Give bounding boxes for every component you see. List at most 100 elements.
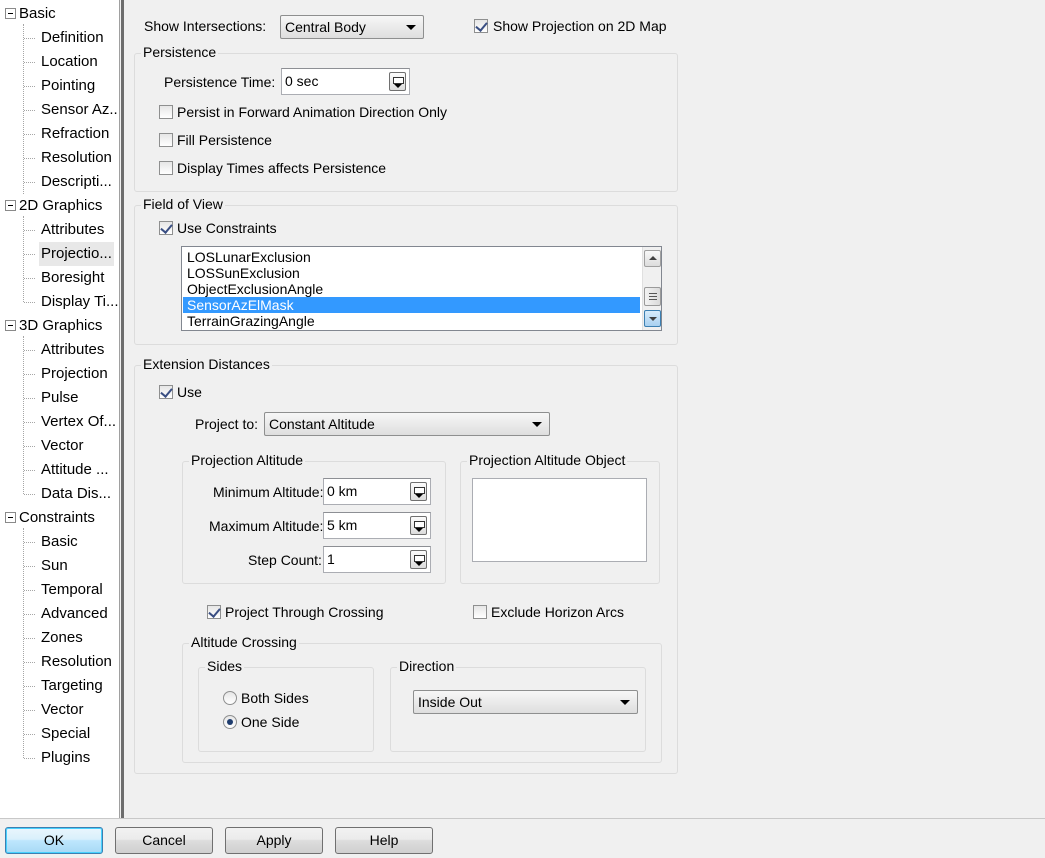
tree-item-3d-attitude[interactable]: Attitude ... — [41, 458, 109, 482]
project-through-crossing-checkbox[interactable] — [207, 605, 221, 619]
use-extension-checkbox[interactable] — [159, 385, 173, 399]
tree-connector — [24, 86, 35, 87]
tree-item-constraints-basic[interactable]: Basic — [41, 530, 78, 554]
ok-button[interactable]: OK — [5, 827, 103, 854]
exclude-horizon-arcs-label: Exclude Horizon Arcs — [491, 604, 625, 620]
tree-item-constraints-temporal[interactable]: Temporal — [41, 578, 103, 602]
both-sides-radio[interactable] — [223, 691, 237, 705]
use-constraints-label: Use Constraints — [177, 220, 277, 236]
calculator-icon[interactable] — [410, 482, 427, 501]
min-altitude-label: Minimum Altitude: — [213, 484, 324, 500]
tree-item-3d-projection[interactable]: Projection — [41, 362, 108, 386]
tree-item-constraints-special[interactable]: Special — [41, 722, 90, 746]
tree-item-3d-vector[interactable]: Vector — [41, 434, 84, 458]
collapse-icon[interactable] — [5, 319, 16, 331]
scroll-thumb[interactable] — [644, 287, 661, 306]
display-times-label: Display Times affects Persistence — [177, 160, 387, 176]
tree-item-refraction[interactable]: Refraction — [41, 122, 109, 146]
tree-group-2d-graphics[interactable]: 2D Graphics — [5, 194, 102, 218]
persistence-time-label: Persistence Time: — [164, 74, 276, 90]
tree-connector — [24, 494, 35, 495]
constraints-listbox[interactable]: LOSLunarExclusion LOSSunExclusion Object… — [181, 246, 662, 331]
tree-item-resolution[interactable]: Resolution — [41, 146, 112, 170]
list-scrollbar[interactable] — [642, 247, 661, 330]
tree-item-2d-attributes[interactable]: Attributes — [41, 218, 104, 242]
collapse-icon[interactable] — [5, 7, 16, 19]
tree-item-3d-data-display[interactable]: Data Dis... — [41, 482, 111, 506]
show-projection-checkbox[interactable] — [474, 19, 488, 33]
chevron-down-icon — [620, 700, 630, 705]
display-times-checkbox[interactable] — [159, 161, 173, 175]
tree-connector — [24, 566, 35, 567]
tree-connector — [24, 350, 35, 351]
tree-connector — [24, 254, 35, 255]
show-intersections-dropdown[interactable]: Central Body — [280, 15, 424, 39]
tree-item-constraints-vector[interactable]: Vector — [41, 698, 84, 722]
altitude-object-list[interactable] — [472, 478, 647, 562]
exclude-horizon-arcs-checkbox[interactable] — [473, 605, 487, 619]
tree-connector — [24, 710, 35, 711]
min-altitude-field[interactable]: 0 km — [323, 478, 431, 505]
tree-item-pointing[interactable]: Pointing — [41, 74, 95, 98]
tree-item-3d-attributes[interactable]: Attributes — [41, 338, 104, 362]
tree-item-2d-boresight[interactable]: Boresight — [41, 266, 104, 290]
one-side-radio[interactable] — [223, 715, 237, 729]
tree-item-3d-pulse[interactable]: Pulse — [41, 386, 79, 410]
sides-title: Sides — [205, 658, 245, 674]
tree-item-2d-display-times[interactable]: Display Ti... — [41, 290, 119, 314]
scroll-up-icon[interactable] — [644, 250, 661, 267]
step-count-field[interactable]: 1 — [323, 546, 431, 573]
calculator-icon[interactable] — [410, 550, 427, 569]
tree-item-constraints-sun[interactable]: Sun — [41, 554, 68, 578]
tree-connector — [24, 422, 35, 423]
calculator-icon[interactable] — [389, 72, 406, 91]
fill-persistence-checkbox[interactable] — [159, 133, 173, 147]
list-item[interactable]: LOSSunExclusion — [183, 265, 640, 281]
list-item[interactable]: LOSLunarExclusion — [183, 249, 640, 265]
tree-connector — [24, 758, 35, 759]
tree-item-constraints-targeting[interactable]: Targeting — [41, 674, 103, 698]
sides-group — [198, 667, 374, 752]
altitude-crossing-title: Altitude Crossing — [189, 634, 299, 650]
tree-item-constraints-plugins[interactable]: Plugins — [41, 746, 90, 770]
tree-connector — [24, 302, 35, 303]
tree-connector — [24, 374, 35, 375]
property-tree[interactable]: Basic Definition Location Pointing Senso… — [0, 0, 120, 818]
tree-item-location[interactable]: Location — [41, 50, 98, 74]
tree-connector — [24, 470, 35, 471]
calculator-icon[interactable] — [410, 516, 427, 535]
tree-item-constraints-resolution[interactable]: Resolution — [41, 650, 112, 674]
tree-item-sensor-azel[interactable]: Sensor Az... — [41, 98, 119, 122]
splitter[interactable] — [121, 0, 124, 818]
list-item[interactable]: TerrainGrazingAngle — [183, 313, 640, 329]
persistence-time-field[interactable]: 0 sec — [281, 68, 410, 95]
list-item-selected[interactable]: SensorAzElMask — [183, 297, 640, 313]
tree-item-constraints-zones[interactable]: Zones — [41, 626, 83, 650]
max-altitude-field[interactable]: 5 km — [323, 512, 431, 539]
tree-connector — [24, 590, 35, 591]
cancel-button[interactable]: Cancel — [115, 827, 213, 854]
tree-item-description[interactable]: Descripti... — [41, 170, 112, 194]
both-sides-label: Both Sides — [241, 690, 309, 706]
tree-item-definition[interactable]: Definition — [41, 26, 104, 50]
project-through-crossing-label: Project Through Crossing — [225, 604, 384, 620]
tree-item-2d-projection[interactable]: Projectio... — [39, 242, 114, 266]
scroll-down-icon[interactable] — [644, 310, 661, 327]
tree-item-3d-vertex-offset[interactable]: Vertex Of... — [41, 410, 116, 434]
help-button[interactable]: Help — [335, 827, 433, 854]
collapse-icon[interactable] — [5, 199, 16, 211]
use-constraints-checkbox[interactable] — [159, 221, 173, 235]
forward-only-checkbox[interactable] — [159, 105, 173, 119]
direction-dropdown[interactable]: Inside Out — [413, 690, 638, 714]
project-to-dropdown[interactable]: Constant Altitude — [264, 412, 550, 436]
max-altitude-label: Maximum Altitude: — [209, 518, 324, 534]
tree-group-basic[interactable]: Basic — [5, 2, 56, 26]
tree-group-3d-graphics[interactable]: 3D Graphics — [5, 314, 102, 338]
tree-connector — [24, 614, 35, 615]
show-intersections-label: Show Intersections: — [144, 18, 267, 34]
tree-item-constraints-advanced[interactable]: Advanced — [41, 602, 108, 626]
apply-button[interactable]: Apply — [225, 827, 323, 854]
list-item[interactable]: ObjectExclusionAngle — [183, 281, 640, 297]
tree-group-constraints[interactable]: Constraints — [5, 506, 95, 530]
collapse-icon[interactable] — [5, 511, 16, 523]
